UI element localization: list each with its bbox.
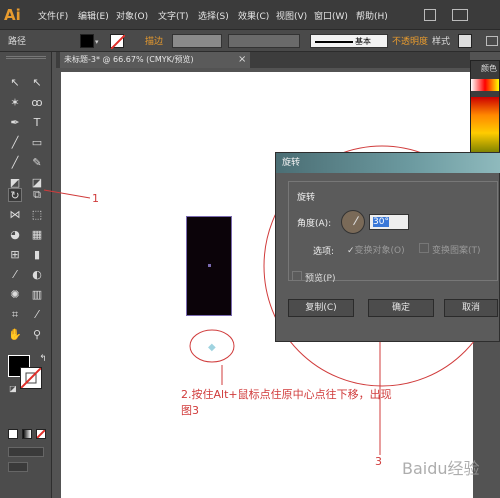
check-icon: ✓ — [347, 246, 355, 256]
annotation-label-2-line2: 图3 — [181, 404, 199, 417]
rotate-section: 旋转 角度(A): 30° 选项: ✓变换对象(O) 变换图案(T) — [288, 181, 498, 281]
baidu-watermark: Baidu经验 — [402, 459, 480, 478]
annotation-label-3: 3 — [375, 455, 382, 468]
rotate-dialog: 旋转 旋转 角度(A): 30° 选项: ✓变换对象(O) 变换图案(T) 预览… — [275, 152, 500, 342]
cancel-button[interactable]: 取消 — [444, 299, 498, 317]
ok-button[interactable]: 确定 — [368, 299, 434, 317]
copy-button[interactable]: 复制(C) — [288, 299, 354, 317]
annotation-label-1: 1 — [92, 192, 99, 205]
options-label: 选项: — [313, 247, 335, 257]
checkbox-icon — [419, 243, 429, 253]
section-title: 旋转 — [297, 193, 316, 203]
angle-dial-icon[interactable] — [341, 210, 365, 234]
angle-input[interactable]: 30° — [369, 214, 409, 230]
angle-label: 角度(A): — [297, 219, 332, 229]
preview-checkbox[interactable]: 预览(P) — [292, 271, 335, 284]
annotation-label-2-line1: 2.按住Alt+鼠标点住原中心点往下移，出现 — [181, 388, 392, 401]
dialog-title[interactable]: 旋转 — [276, 153, 500, 173]
annotation-line-1 — [43, 189, 91, 199]
moved-center-marker: ◆ — [208, 342, 216, 353]
transform-patterns-checkbox[interactable]: 变换图案(T) — [419, 243, 481, 256]
transform-objects-checkbox[interactable]: ✓变换对象(O) — [347, 243, 405, 256]
checkbox-icon — [292, 271, 302, 281]
